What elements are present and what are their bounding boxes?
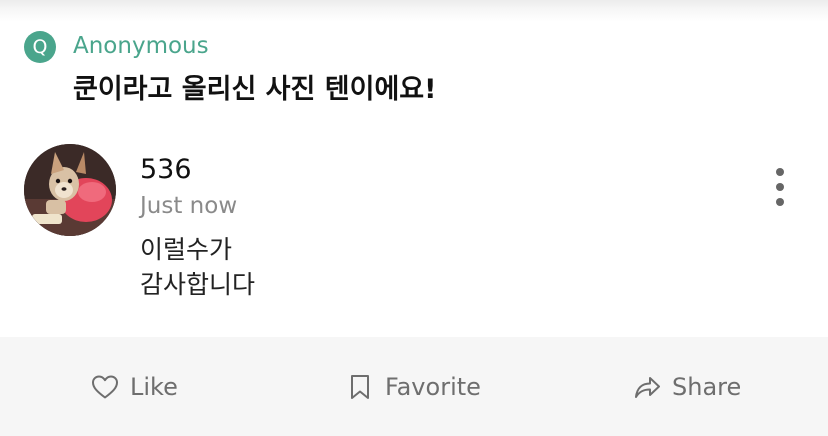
timestamp: Just now bbox=[140, 193, 238, 219]
favorite-button[interactable]: Favorite bbox=[345, 337, 481, 436]
action-bar: Like Favorite Share bbox=[0, 337, 828, 436]
answer-text-line: 이럴수가 bbox=[140, 235, 233, 264]
avatar[interactable] bbox=[24, 144, 116, 236]
avatar-photo bbox=[24, 144, 116, 236]
more-vertical-icon[interactable] bbox=[764, 164, 796, 210]
question-badge: Q bbox=[24, 31, 56, 63]
share-label: Share bbox=[672, 372, 742, 401]
top-shadow bbox=[0, 0, 828, 22]
share-arrow-icon bbox=[635, 376, 660, 398]
favorite-label: Favorite bbox=[385, 372, 481, 401]
bookmark-icon bbox=[351, 374, 369, 399]
answer-text-line: 감사합니다 bbox=[140, 270, 256, 299]
share-button[interactable]: Share bbox=[632, 337, 741, 436]
author-name[interactable]: 536 bbox=[140, 152, 192, 188]
asker-name[interactable]: Anonymous bbox=[73, 30, 209, 62]
answer-card: Q Anonymous 쿤이라고 올리신 사진 텐이에요! 536 Just n… bbox=[0, 0, 828, 436]
like-button[interactable]: Like bbox=[90, 337, 178, 436]
heart-icon bbox=[92, 375, 118, 398]
question-text: 쿤이라고 올리신 사진 텐이에요! bbox=[73, 74, 437, 105]
like-label: Like bbox=[130, 372, 178, 401]
